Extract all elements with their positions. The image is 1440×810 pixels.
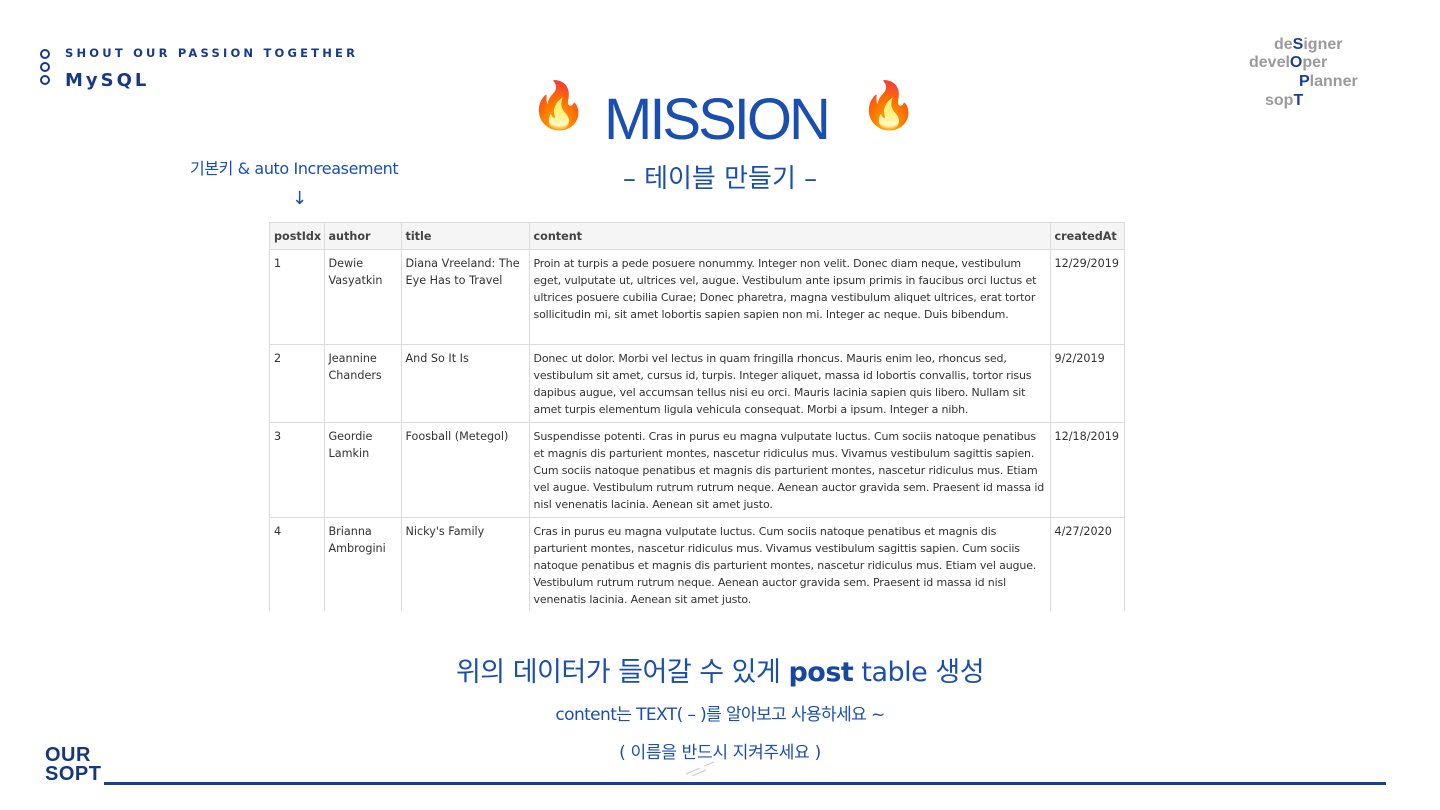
cell-content: Proin at turpis a pede posuere nonummy. …	[529, 249, 1051, 345]
column-header-title: title	[401, 223, 530, 250]
cell-content: Suspendisse potenti. Cras in purus eu ma…	[529, 422, 1051, 518]
brand-tagline: SHOUT OUR PASSION TOGETHER	[65, 46, 359, 60]
role-developer: develOper	[1249, 54, 1328, 71]
cell-author: Brianna Ambrogini	[324, 517, 402, 611]
course-title: MySQL	[65, 70, 150, 91]
cell-content: Cras in purus eu magna vulputate luctus.…	[529, 517, 1051, 611]
column-header-createdat: createdAt	[1050, 223, 1124, 250]
cell-postidx: 2	[270, 344, 325, 423]
cell-postidx: 3	[270, 422, 325, 518]
table-row: 3 Geordie Lamkin Foosball (Metegol) Susp…	[270, 422, 1124, 518]
brand-dots-icon	[40, 49, 52, 88]
column-header-content: content	[529, 223, 1051, 250]
cell-author: Dewie Vasyatkin	[324, 249, 402, 345]
cell-postidx: 1	[270, 249, 325, 345]
bottom-divider	[104, 782, 1386, 785]
column-header-postidx: postIdx	[270, 223, 325, 250]
column-header-author: author	[324, 223, 402, 250]
mission-heading: 🔥 MISSION 🔥	[530, 76, 917, 156]
mission-title: MISSION	[604, 87, 831, 152]
cell-title: Diana Vreeland: The Eye Has to Travel	[401, 249, 530, 345]
roles-logo: deSigner develOper Planner sopT	[1242, 36, 1402, 116]
cell-createdat: 12/29/2019	[1050, 249, 1124, 345]
cell-createdat: 4/27/2020	[1050, 517, 1124, 611]
cell-title: Foosball (Metegol)	[401, 422, 530, 518]
table-row: 2 Jeannine Chanders And So It Is Donec u…	[270, 344, 1124, 423]
cell-title: And So It Is	[401, 344, 530, 423]
content-type-hint: content는 TEXT( – )를 알아보고 사용하세요 ~	[555, 705, 885, 725]
role-planner: Planner	[1299, 73, 1358, 90]
data-table: postIdx author title content createdAt 1…	[270, 223, 1124, 611]
cell-author: Geordie Lamkin	[324, 422, 402, 518]
role-sopt: sopT	[1265, 92, 1304, 109]
post-table: postIdx author title content createdAt 1…	[269, 222, 1125, 611]
role-designer: deSigner	[1274, 36, 1343, 53]
oursopt-logo: OUR SOPT	[45, 744, 102, 785]
cell-author: Jeannine Chanders	[324, 344, 402, 423]
table-row: 1 Dewie Vasyatkin Diana Vreeland: The Ey…	[270, 249, 1124, 345]
mission-subtitle: – 테이블 만들기 –	[622, 164, 818, 194]
cell-createdat: 9/2/2019	[1050, 344, 1124, 423]
main-instruction: 위의 데이터가 들어갈 수 있게 post table 생성	[455, 657, 985, 688]
fire-icon: 🔥	[860, 78, 918, 132]
cell-title: Nicky's Family	[401, 517, 530, 611]
scribble-mark	[685, 761, 715, 777]
down-arrow-icon: ↓	[292, 188, 308, 209]
table-row: 4 Brianna Ambrogini Nicky's Family Cras …	[270, 517, 1124, 611]
cell-content: Donec ut dolor. Morbi vel lectus in quam…	[529, 344, 1051, 423]
table-header-row: postIdx author title content createdAt	[270, 223, 1124, 250]
cell-postidx: 4	[270, 517, 325, 611]
fire-icon: 🔥	[530, 78, 588, 132]
cell-createdat: 12/18/2019	[1050, 422, 1124, 518]
primary-key-note: 기본키 & auto Increasement	[190, 159, 399, 178]
